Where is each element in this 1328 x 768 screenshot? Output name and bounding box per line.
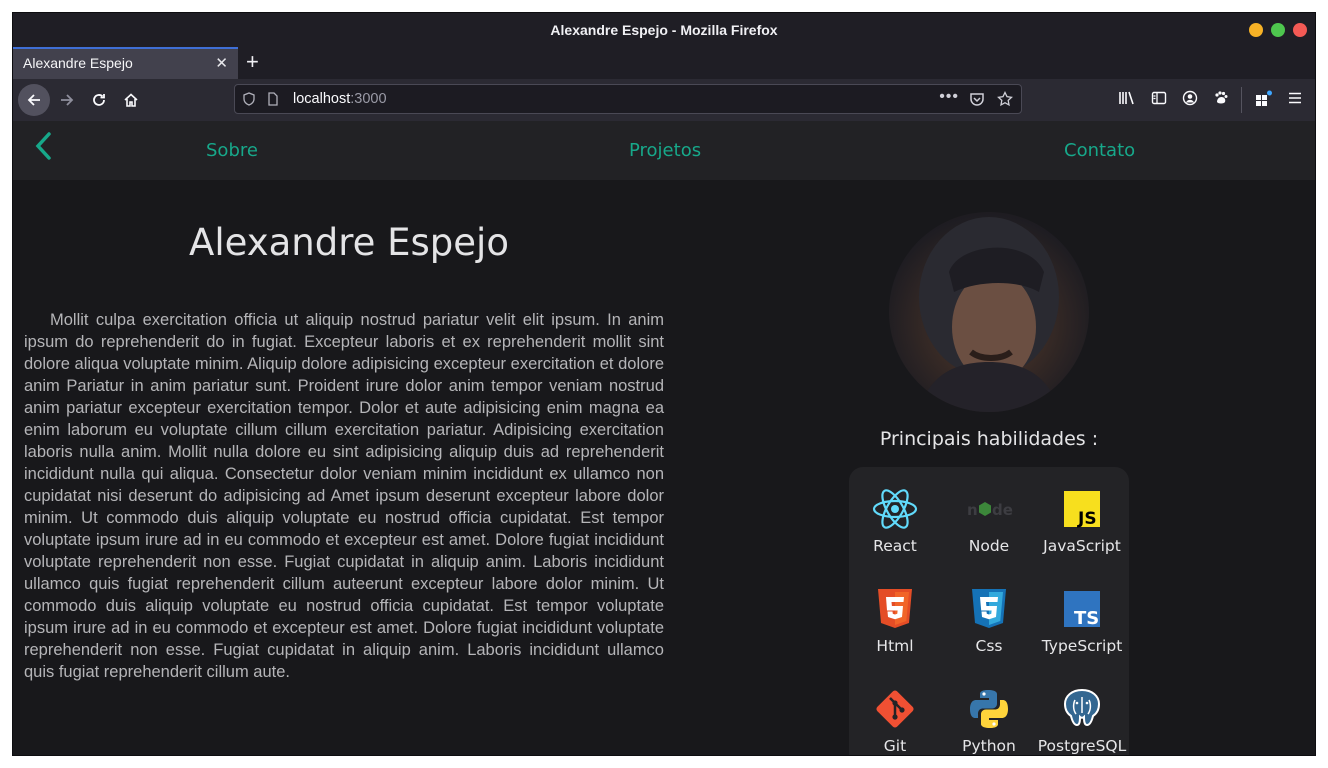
reload-icon — [93, 94, 105, 106]
library-icon[interactable] — [1117, 90, 1137, 110]
skills-grid: React n de Node JS JavaScript Html Css T… — [849, 467, 1129, 755]
skill-label: JavaScript — [1043, 537, 1121, 555]
toolbar-separator — [1241, 87, 1242, 113]
skill-label: React — [873, 537, 917, 555]
window-controls — [1249, 23, 1307, 37]
extension-paw-icon[interactable] — [1211, 90, 1231, 110]
skill-python: Python — [942, 685, 1036, 755]
nav-link-projetos[interactable]: Projetos — [629, 121, 701, 180]
account-icon[interactable] — [1180, 90, 1200, 110]
tab-strip: Alexandre Espejo ✕ + — [13, 47, 1315, 79]
skill-javascript: JS JavaScript — [1035, 485, 1129, 555]
svg-text:TS: TS — [1074, 608, 1099, 629]
url-text[interactable]: localhost:3000 — [293, 85, 387, 113]
new-tab-button[interactable]: + — [246, 47, 259, 77]
extensions-icon[interactable] — [1254, 90, 1274, 110]
nav-link-contato[interactable]: Contato — [1064, 121, 1135, 180]
skill-react: React — [848, 485, 942, 555]
bio-paragraph: Mollit culpa exercitation officia ut ali… — [24, 311, 664, 681]
site-navbar: Sobre Projetos Contato — [13, 121, 1315, 180]
skill-label: PostgreSQL — [1037, 737, 1127, 755]
python-icon — [970, 690, 1008, 728]
website-viewport: Sobre Projetos Contato Alexandre Espejo … — [13, 121, 1315, 755]
pocket-icon[interactable] — [969, 85, 985, 116]
window-titlebar: Alexandre Espejo - Mozilla Firefox — [13, 13, 1315, 47]
skill-label: Python — [962, 737, 1016, 755]
tab-close-icon[interactable]: ✕ — [215, 49, 228, 78]
profile-photo-icon — [919, 217, 1059, 412]
skill-label: Git — [883, 737, 907, 755]
page-actions-icon[interactable]: ••• — [939, 83, 959, 111]
skill-postgresql: PostgreSQL — [1035, 685, 1129, 755]
typescript-icon: TS — [1064, 591, 1100, 629]
react-icon — [872, 489, 918, 529]
skill-label: Css — [975, 637, 1003, 655]
url-host: localhost — [293, 91, 351, 107]
page-icon — [267, 85, 279, 116]
url-bar[interactable]: localhost:3000 ••• — [234, 84, 1022, 114]
node-icon: n de — [967, 501, 1013, 519]
maximize-button[interactable] — [1271, 23, 1285, 37]
skill-node: n de Node — [942, 485, 1036, 555]
reload-button[interactable] — [83, 84, 115, 116]
arrow-right-icon — [61, 94, 74, 106]
home-button[interactable] — [115, 84, 147, 116]
skills-heading: Principais habilidades : — [879, 428, 1099, 450]
svg-text:JS: JS — [1077, 509, 1097, 529]
javascript-icon: JS — [1064, 491, 1100, 529]
window-title: Alexandre Espejo - Mozilla Firefox — [550, 22, 778, 38]
html5-icon — [878, 589, 912, 628]
svg-text:n: n — [967, 501, 978, 519]
skill-html: Html — [848, 585, 942, 655]
tab-active[interactable]: Alexandre Espejo ✕ — [13, 47, 238, 79]
browser-toolbar: localhost:3000 ••• — [13, 79, 1315, 121]
postgresql-icon — [1063, 688, 1101, 727]
tab-title: Alexandre Espejo — [23, 55, 133, 71]
home-icon — [124, 93, 138, 107]
back-button[interactable] — [18, 84, 50, 116]
shield-icon[interactable] — [243, 85, 255, 116]
browser-window: Alexandre Espejo - Mozilla Firefox Alexa… — [13, 13, 1315, 755]
skill-label: Html — [876, 637, 914, 655]
git-icon — [876, 690, 914, 728]
bookmark-star-icon[interactable] — [997, 85, 1013, 117]
profile-avatar — [889, 212, 1089, 412]
svg-text:de: de — [992, 501, 1013, 519]
sidebar-icon[interactable] — [1149, 90, 1169, 110]
url-port: :3000 — [350, 91, 387, 107]
forward-button[interactable] — [51, 84, 83, 116]
skill-css: Css — [942, 585, 1036, 655]
nav-link-sobre[interactable]: Sobre — [206, 121, 258, 180]
arrow-left-icon — [27, 94, 40, 106]
skill-typescript: TS TypeScript — [1035, 585, 1129, 655]
skill-label: Node — [968, 537, 1010, 555]
css3-icon — [972, 589, 1006, 628]
menu-hamburger-icon[interactable] — [1285, 90, 1305, 110]
page-title: Alexandre Espejo — [189, 221, 509, 264]
minimize-button[interactable] — [1249, 23, 1263, 37]
site-back-chevron-icon[interactable] — [33, 131, 55, 169]
skill-git: Git — [848, 685, 942, 755]
close-window-button[interactable] — [1293, 23, 1307, 37]
skill-label: TypeScript — [1041, 637, 1123, 655]
